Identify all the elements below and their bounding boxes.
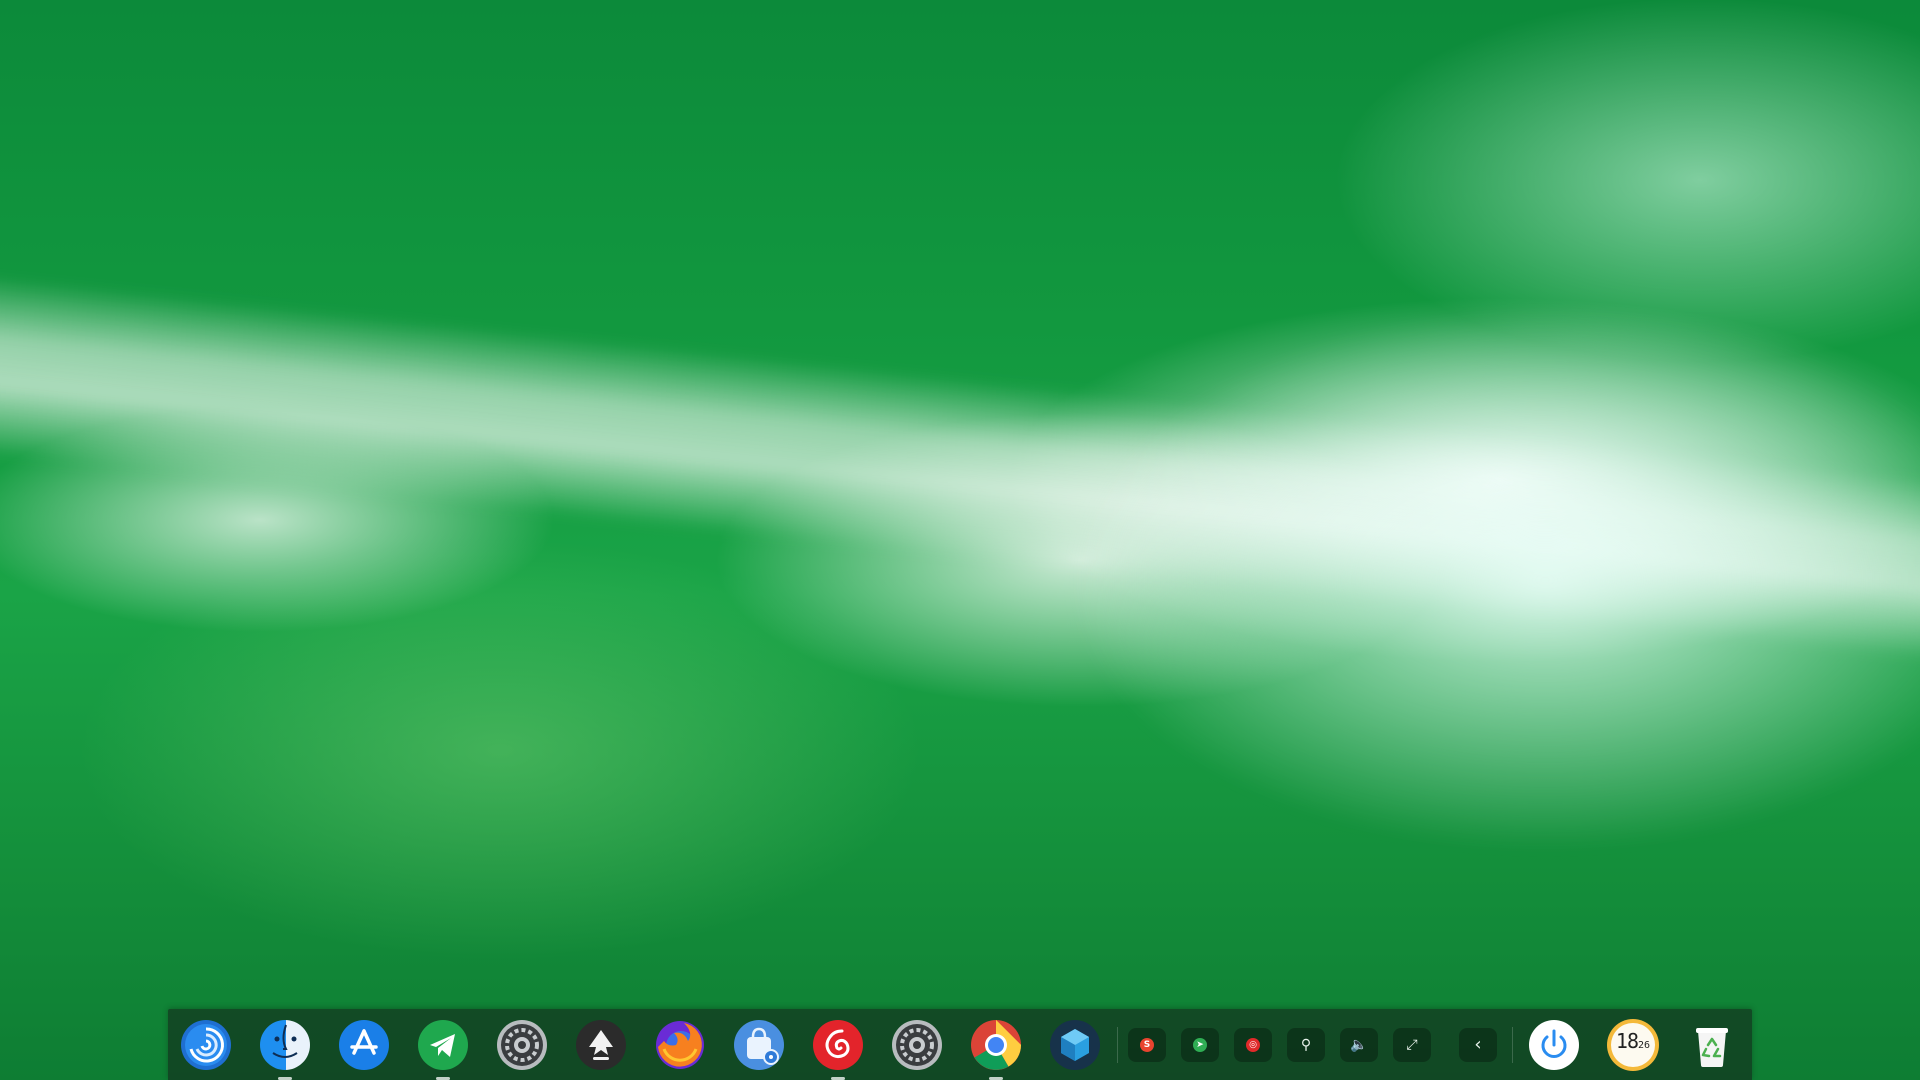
sogou-input-icon[interactable]: S xyxy=(1128,1028,1166,1062)
netease-music-icon[interactable] xyxy=(812,1019,864,1080)
desktop-wallpaper xyxy=(0,0,1920,1080)
gear-icon[interactable] xyxy=(891,1019,943,1071)
dock-separator xyxy=(1117,1027,1118,1063)
firefox-icon[interactable] xyxy=(654,1019,706,1071)
launcher-swirl-icon[interactable] xyxy=(180,1019,232,1071)
store-bag-icon[interactable] xyxy=(733,1019,785,1071)
trash-icon[interactable] xyxy=(1686,1019,1738,1071)
clock-face: 18 26 xyxy=(1611,1023,1655,1067)
cube-icon[interactable] xyxy=(1049,1019,1101,1071)
clock-hour: 18 xyxy=(1615,1029,1639,1053)
dock: S ➤ ◎ ⚲ 🔈 ⤢ ‹ 18 26 xyxy=(168,1009,1752,1080)
paper-plane-icon[interactable] xyxy=(417,1019,469,1080)
chrome-icon[interactable] xyxy=(970,1019,1022,1080)
telegram-tray-icon[interactable]: ➤ xyxy=(1181,1028,1219,1062)
finder-face-icon[interactable] xyxy=(259,1019,311,1080)
clock-widget[interactable]: 18 26 xyxy=(1607,1019,1659,1071)
clock-minute: 26 xyxy=(1638,1040,1651,1051)
inkscape-icon[interactable] xyxy=(575,1019,627,1071)
usb-icon[interactable]: ⚲ xyxy=(1287,1028,1325,1062)
app-store-icon[interactable] xyxy=(338,1019,390,1071)
network-icon[interactable]: ⤢ xyxy=(1393,1028,1431,1062)
volume-icon[interactable]: 🔈 xyxy=(1340,1028,1378,1062)
dock-separator xyxy=(1512,1027,1513,1063)
power-icon[interactable] xyxy=(1528,1019,1580,1071)
netease-tray-icon[interactable]: ◎ xyxy=(1234,1028,1272,1062)
gear-icon[interactable] xyxy=(496,1019,548,1071)
wave-foam-right xyxy=(1050,300,1920,860)
chevron-left-icon[interactable]: ‹ xyxy=(1459,1028,1497,1062)
